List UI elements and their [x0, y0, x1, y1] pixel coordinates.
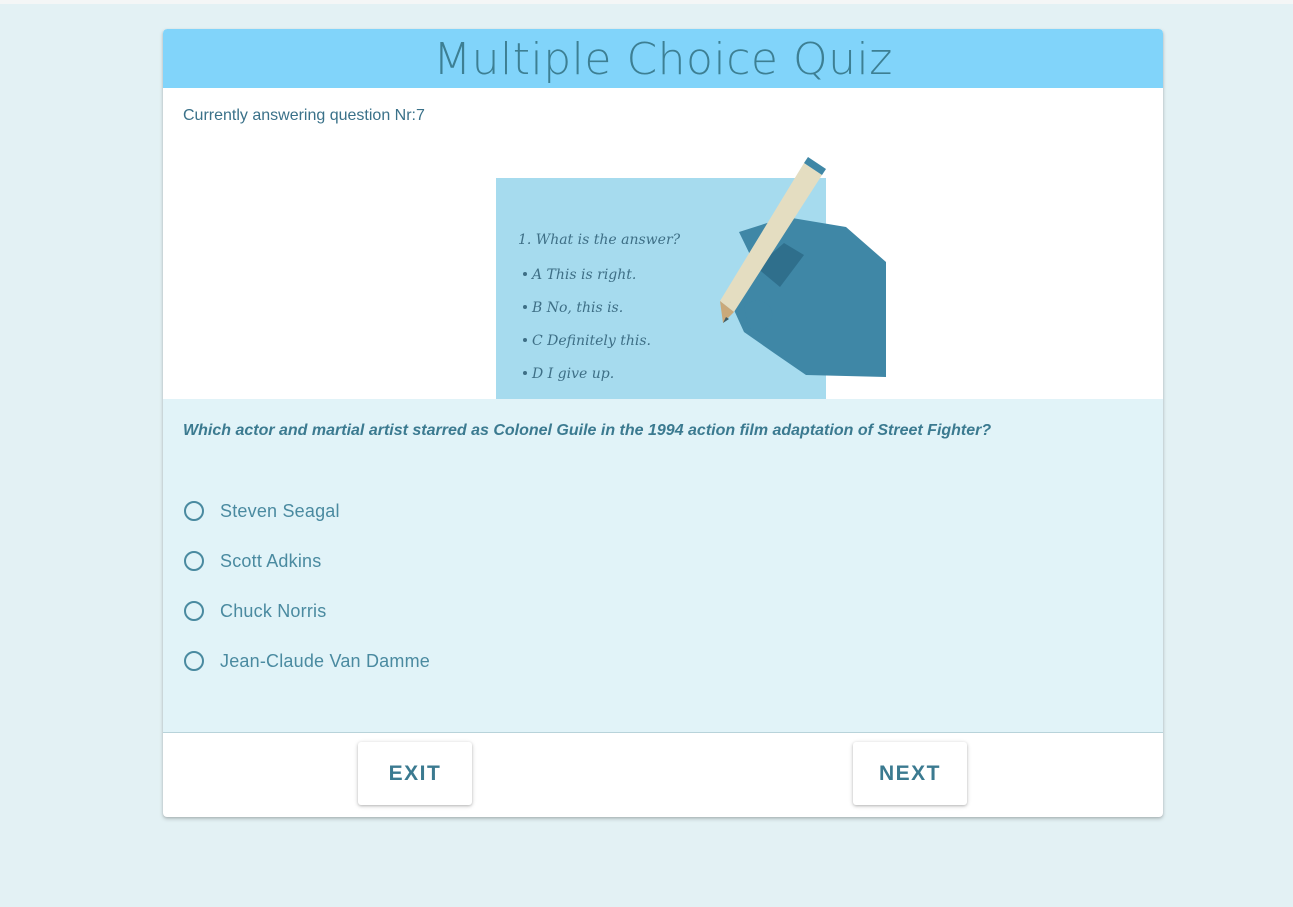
quiz-illustration: 1. What is the answer? A This is right. …: [496, 157, 886, 399]
question-panel: Which actor and martial artist starred a…: [163, 399, 1163, 733]
radio-button[interactable]: [184, 551, 204, 571]
illustration-choice-b: B No, this is.: [531, 300, 623, 316]
question-text: Which actor and martial artist starred a…: [183, 422, 992, 439]
illustration-choice-c: C Definitely this.: [532, 333, 651, 349]
answer-option[interactable]: Jean-Claude Van Damme: [184, 636, 430, 686]
answer-label: Jean-Claude Van Damme: [220, 650, 430, 671]
quiz-card: Multiple Choice Quiz Currently answering…: [163, 29, 1163, 817]
answer-option[interactable]: Scott Adkins: [184, 536, 430, 586]
radio-button[interactable]: [184, 601, 204, 621]
quiz-header: Multiple Choice Quiz: [163, 29, 1163, 88]
question-progress: Currently answering question Nr:7: [183, 107, 425, 124]
illustration-choice-d: D I give up.: [531, 366, 614, 382]
answer-options: Steven Seagal Scott Adkins Chuck Norris …: [184, 486, 430, 686]
illustration-question-line: 1. What is the answer?: [518, 232, 681, 248]
page-title: Multiple Choice Quiz: [433, 34, 893, 85]
radio-button[interactable]: [184, 651, 204, 671]
answer-label: Chuck Norris: [220, 600, 327, 621]
answer-label: Scott Adkins: [220, 550, 322, 571]
illustration-choice-a: A This is right.: [530, 267, 636, 283]
answer-label: Steven Seagal: [220, 500, 340, 521]
radio-button[interactable]: [184, 501, 204, 521]
next-button[interactable]: NEXT: [853, 742, 967, 805]
top-divider: [0, 0, 1293, 4]
exit-button[interactable]: EXIT: [358, 742, 472, 805]
answer-option[interactable]: Steven Seagal: [184, 486, 430, 536]
answer-option[interactable]: Chuck Norris: [184, 586, 430, 636]
